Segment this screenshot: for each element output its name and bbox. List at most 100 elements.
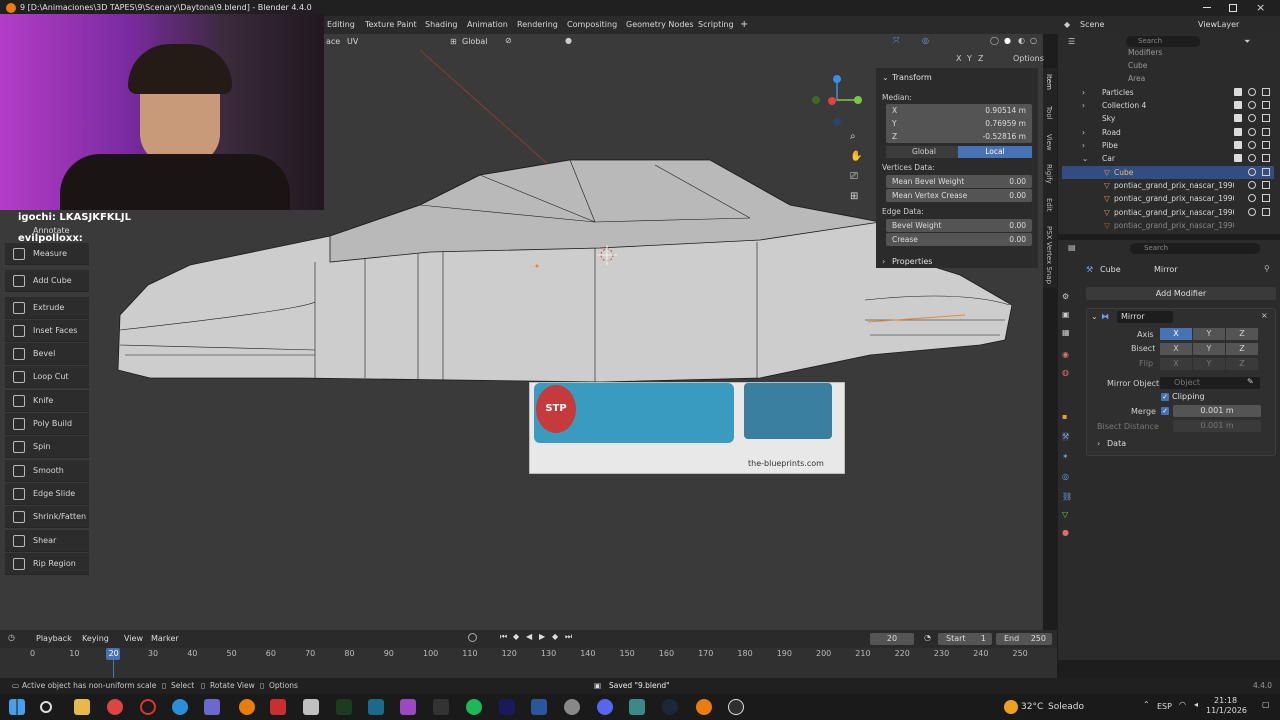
tab-geometry-nodes[interactable]: Geometry Nodes — [626, 16, 693, 34]
tab-texture-paint[interactable]: Texture Paint — [365, 16, 417, 34]
visual-studio-icon[interactable] — [368, 699, 384, 715]
camera-icon[interactable] — [1262, 181, 1270, 189]
checkbox-icon[interactable] — [1234, 141, 1242, 149]
checkbox-icon[interactable] — [1234, 154, 1242, 162]
uv-menu[interactable]: UV — [347, 37, 358, 46]
properties-editor-icon[interactable]: ▤ — [1068, 243, 1076, 252]
shading-solid-icon[interactable]: ● — [1004, 36, 1011, 45]
chevron-down-icon[interactable]: ⌄ — [882, 73, 889, 82]
data-subpanel[interactable]: Data — [1107, 439, 1126, 448]
volume-icon[interactable]: ◂ — [1194, 700, 1198, 709]
pin-icon[interactable]: ⚲ — [1264, 264, 1270, 273]
spotify-icon[interactable] — [466, 699, 482, 715]
tab-scripting[interactable]: Scripting — [698, 16, 734, 34]
camera-view-icon[interactable]: ⎚ — [850, 171, 858, 182]
mirror-object-field[interactable]: Object — [1160, 377, 1260, 389]
eye-icon[interactable] — [1248, 168, 1256, 176]
close-icon[interactable]: × — [1256, 1, 1265, 15]
tool-inset-faces[interactable]: Inset Faces — [5, 320, 89, 342]
outliner-row-sky[interactable]: Sky — [1062, 112, 1274, 125]
search-icon[interactable] — [40, 701, 52, 713]
shading-material-icon[interactable]: ◐ — [1018, 36, 1025, 45]
pan-hand-icon[interactable]: ✋ — [850, 151, 862, 162]
checkbox-icon[interactable] — [1234, 114, 1242, 122]
tool-shrink-fatten[interactable]: Shrink/Fatten — [5, 506, 89, 528]
tool-extrude-region[interactable]: Extrude Region — [5, 297, 89, 334]
obs-icon[interactable] — [728, 699, 744, 715]
tab-tool[interactable]: Tool — [1045, 106, 1053, 120]
shading-wire-icon[interactable]: ◯ — [990, 36, 999, 45]
flip-x-toggle[interactable]: X — [1160, 358, 1192, 370]
outliner-row-car[interactable]: ⌄ Car — [1062, 152, 1274, 165]
eye-icon[interactable] — [1248, 154, 1256, 162]
app-icon-4[interactable] — [400, 699, 416, 715]
tool-tab-icon[interactable]: ⚙ — [1062, 292, 1069, 301]
global-toggle[interactable]: Global — [886, 146, 962, 158]
notification-icon[interactable]: ▢ — [1262, 700, 1270, 709]
start-frame-field[interactable]: Start 1 — [938, 633, 992, 645]
steam-icon[interactable] — [662, 699, 678, 715]
tool-spin[interactable]: Spin — [5, 436, 89, 458]
play-reverse-icon[interactable]: ◀ — [526, 632, 532, 641]
tool-shear[interactable]: Shear — [5, 530, 89, 552]
outliner-row-pibe[interactable]: › Pibe — [1062, 139, 1274, 152]
bevel-weight-field[interactable]: Bevel Weight 0.00 — [886, 219, 1032, 232]
record-icon[interactable] — [468, 633, 477, 642]
outliner-row-pontiac-3[interactable]: ▽ pontiac_grand_prix_nascar_1990. — [1062, 206, 1274, 219]
world-tab-icon[interactable]: ◍ — [1062, 368, 1069, 377]
outliner-row-cube-selected[interactable]: ▽ Cube — [1062, 166, 1274, 179]
jump-end-icon[interactable]: ⏭ — [565, 632, 572, 642]
chevron-right-icon[interactable]: › — [1097, 439, 1100, 448]
constraints-tab-icon[interactable]: ⛓ — [1062, 492, 1072, 501]
crease-field[interactable]: Crease 0.00 — [886, 233, 1032, 246]
bisect-x-toggle[interactable]: X — [1160, 343, 1192, 355]
zoom-icon[interactable]: ⌕ — [850, 131, 856, 142]
eyedropper-icon[interactable]: ✎ — [1247, 377, 1254, 386]
outliner-row-particles[interactable]: › Particles — [1062, 86, 1274, 99]
object-tab-icon[interactable]: ▪ — [1062, 412, 1067, 421]
flip-y-toggle[interactable]: Y — [1193, 358, 1225, 370]
camera-icon[interactable] — [1262, 101, 1270, 109]
physics-tab-icon[interactable]: ◎ — [1062, 472, 1069, 481]
outliner-row-pontiac-4[interactable]: ▽ pontiac_grand_prix_nascar_1990. — [1062, 219, 1274, 232]
tab-psx-vertex-snap[interactable]: PSX Vertex Snap — [1045, 226, 1053, 286]
tool-rip-region[interactable]: Rip Region — [5, 553, 89, 575]
bisect-distance-field[interactable]: 0.001 m — [1173, 420, 1261, 432]
outliner-row-area[interactable]: Area — [1062, 72, 1274, 85]
outliner-row-pontiac-2[interactable]: ▽ pontiac_grand_prix_nascar_1990. — [1062, 192, 1274, 205]
modifier-name-field[interactable]: Mirror — [1117, 311, 1173, 323]
play-icon[interactable]: ▶ — [539, 632, 545, 641]
tab-edit[interactable]: Edit — [1045, 198, 1053, 212]
checkbox-icon[interactable] — [1234, 88, 1242, 96]
tab-rigify[interactable]: Rigify — [1045, 164, 1053, 184]
camera-icon[interactable] — [1262, 154, 1270, 162]
wifi-icon[interactable]: ◠ — [1179, 700, 1186, 709]
eye-icon[interactable] — [1248, 88, 1256, 96]
clock-time[interactable]: 21:18 — [1214, 696, 1237, 705]
timeline-editor-icon[interactable]: ◷ — [8, 633, 15, 642]
chevron-right-icon[interactable]: › — [882, 257, 885, 266]
tool-annotate[interactable]: Annotate — [33, 226, 70, 235]
end-frame-field[interactable]: End 250 — [996, 633, 1052, 645]
chrome-icon[interactable] — [107, 699, 123, 715]
chevron-right-icon[interactable]: › — [1082, 139, 1085, 152]
chevron-right-icon[interactable]: › — [1082, 86, 1085, 99]
discord-icon[interactable] — [597, 699, 613, 715]
prev-keyframe-icon[interactable]: ◆ — [513, 632, 519, 641]
app-icon-6[interactable] — [629, 699, 645, 715]
tab-animation[interactable]: Animation — [467, 16, 508, 34]
playback-menu[interactable]: Playback — [36, 634, 72, 643]
app-icon-5[interactable] — [433, 699, 449, 715]
axis-z-toggle[interactable]: Z — [1226, 328, 1258, 340]
chevron-right-icon[interactable]: › — [1082, 99, 1085, 112]
outliner-row-cube-mesh[interactable]: Cube — [1062, 59, 1274, 72]
after-effects-icon[interactable] — [499, 699, 515, 715]
edge-icon[interactable] — [172, 699, 188, 715]
tool-loop-cut[interactable]: Loop Cut — [5, 366, 89, 388]
camera-icon[interactable] — [1262, 168, 1270, 176]
shading-render-icon[interactable]: ○ — [1030, 36, 1037, 45]
snap-icon[interactable]: ⊘ — [505, 36, 512, 45]
chevron-down-icon[interactable]: ⌄ — [1082, 152, 1088, 165]
outliner-editor-icon[interactable]: ☰ — [1068, 37, 1075, 46]
minimize-icon[interactable] — [1203, 7, 1211, 8]
